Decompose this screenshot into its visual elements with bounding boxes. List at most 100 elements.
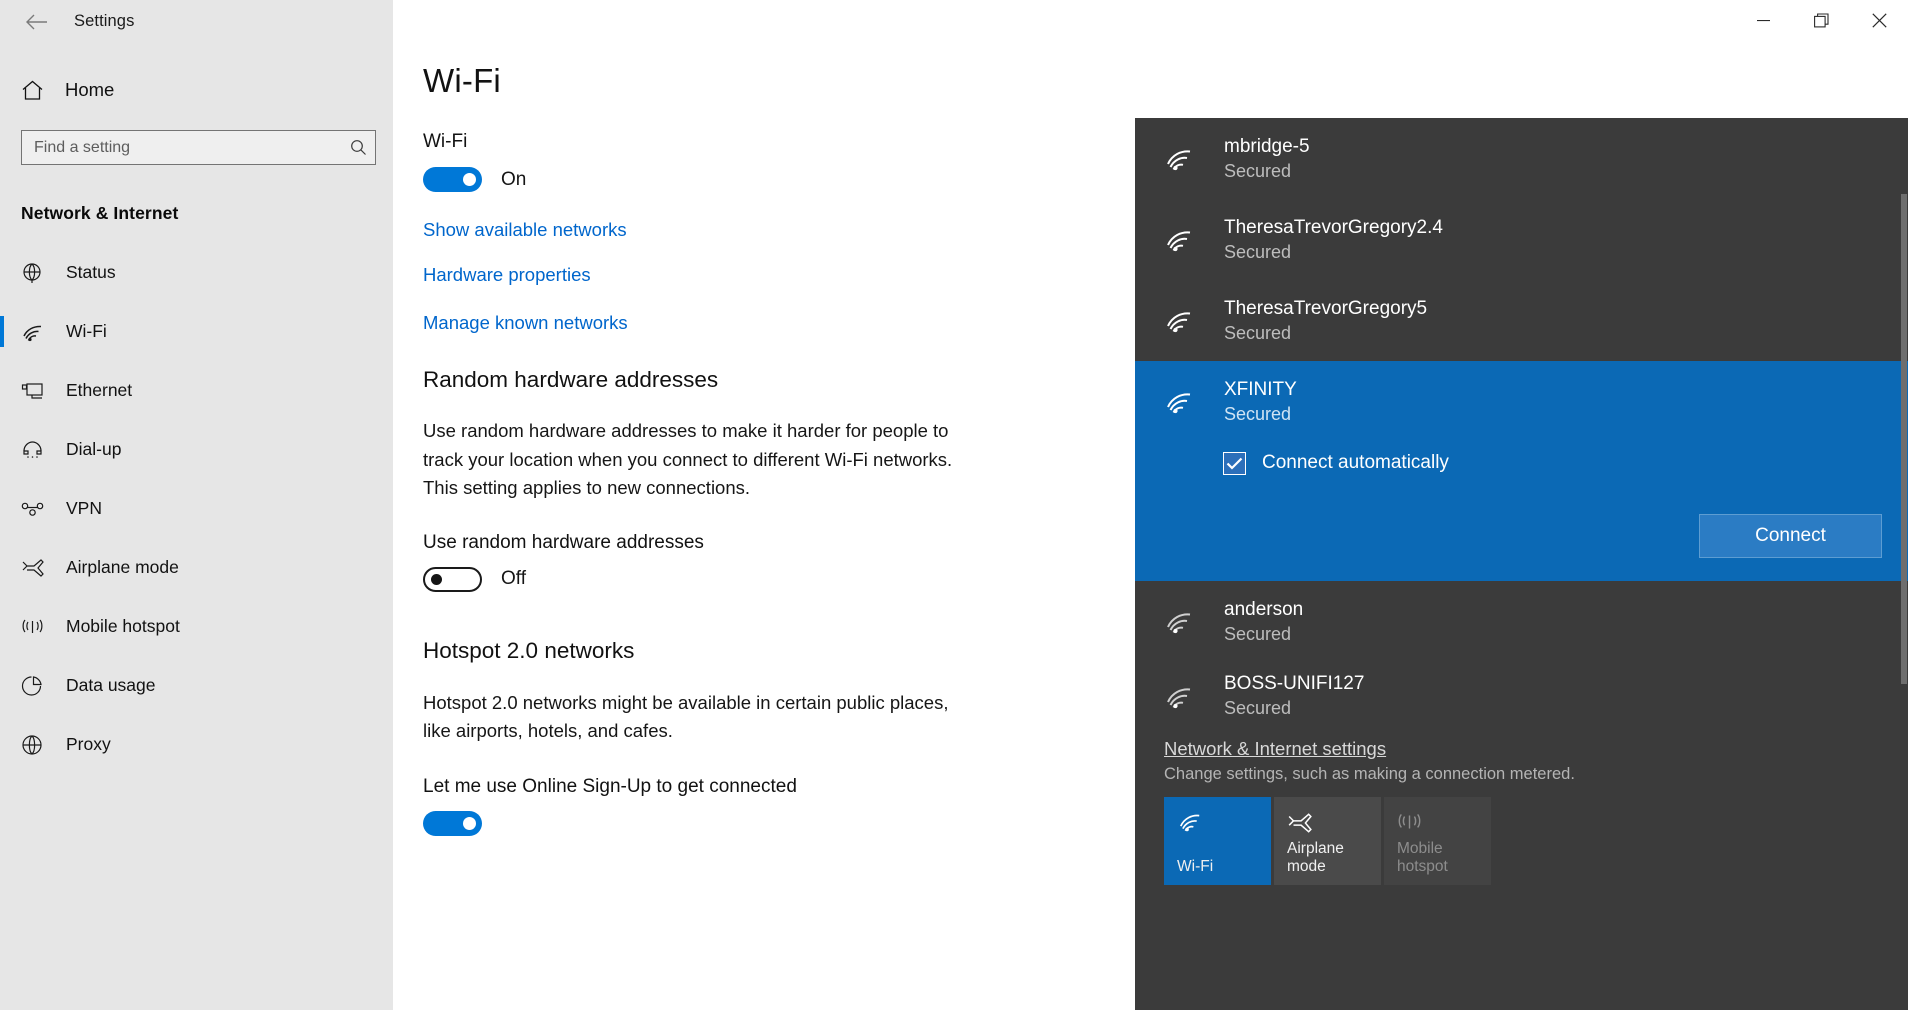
network-security: Secured (1224, 322, 1292, 343)
sidebar-item-vpn[interactable]: VPN (0, 479, 393, 538)
sidebar-item-proxy[interactable]: Proxy (0, 715, 393, 774)
network-item-xfinity-header[interactable]: XFINITY Secured (1135, 361, 1908, 442)
ethernet-icon (21, 381, 55, 401)
wifi-network-list: mbridge-5 Secured TheresaTrevorGregory2.… (1135, 118, 1908, 730)
sidebar-item-wifi-label: Wi-Fi (66, 321, 107, 341)
network-security: Secured (1224, 403, 1292, 424)
network-text: XFINITY Secured (1224, 377, 1297, 427)
random-hardware-addresses-description: Use random hardware addresses to make it… (423, 420, 953, 498)
online-signup-toggle[interactable] (423, 810, 482, 836)
window-controls (1734, 0, 1908, 41)
globe-icon (21, 262, 55, 284)
search-box[interactable] (21, 130, 376, 165)
quick-tile-wifi[interactable]: Wi-Fi (1164, 797, 1271, 885)
sidebar-item-home-label: Home (65, 79, 115, 100)
hotspot-icon (1397, 811, 1491, 841)
network-text: BOSS-UNIFI127 Secured (1224, 671, 1364, 721)
proxy-icon (21, 734, 55, 756)
window-title: Settings (74, 12, 135, 30)
network-name: TheresaTrevorGregory5 (1224, 297, 1428, 319)
wifi-signal-icon (1164, 227, 1208, 252)
network-security: Secured (1224, 160, 1292, 181)
sidebar-item-data-usage[interactable]: Data usage (0, 656, 393, 715)
sidebar-item-wifi[interactable]: Wi-Fi (0, 302, 393, 361)
network-name: anderson (1224, 598, 1304, 620)
sidebar-item-proxy-label: Proxy (66, 734, 111, 754)
network-text: anderson Secured (1224, 597, 1303, 647)
wifi-toggle-state: On (501, 168, 527, 190)
search-icon[interactable] (341, 139, 375, 156)
data-usage-icon (21, 675, 55, 697)
sidebar-item-airplane-mode-label: Airplane mode (66, 557, 179, 577)
flyout-scrollbar[interactable] (1900, 118, 1908, 1010)
quick-tile-mobile-hotspot[interactable]: Mobile hotspot (1384, 797, 1491, 885)
sidebar-nav: Status Wi-Fi Ethernet Dial-up VPN Airpla… (0, 243, 393, 774)
wifi-signal-icon (1164, 389, 1208, 414)
vpn-icon (21, 501, 55, 517)
quick-tile-airplane-mode-label: Airplane mode (1287, 840, 1344, 875)
wifi-signal-icon (1164, 684, 1208, 709)
random-hardware-toggle-state: Off (501, 568, 526, 589)
network-text: TheresaTrevorGregory2.4 Secured (1224, 215, 1443, 265)
sidebar-item-dialup[interactable]: Dial-up (0, 420, 393, 479)
hotspot-networks-description: Hotspot 2.0 networks might be available … (423, 691, 949, 742)
network-item-xfinity-selected[interactable]: XFINITY Secured Connect automatically Co… (1135, 361, 1908, 581)
dialup-icon (21, 440, 55, 460)
airplane-icon (21, 557, 55, 579)
window-titlebar-left: Settings (0, 0, 393, 43)
quick-action-tiles: Wi-Fi Airplane mode Mobile hotspot (1164, 797, 1908, 885)
minimize-button[interactable] (1734, 0, 1792, 41)
connect-button-area: Connect (1135, 484, 1908, 581)
network-item-theresatrevorgregory5[interactable]: TheresaTrevorGregory5 Secured (1135, 280, 1908, 361)
sidebar-item-dialup-label: Dial-up (66, 439, 122, 459)
restore-button[interactable] (1792, 0, 1850, 41)
network-name: BOSS-UNIFI127 (1224, 673, 1365, 694)
sidebar-item-airplane-mode[interactable]: Airplane mode (0, 538, 393, 597)
home-icon (21, 80, 55, 101)
sidebar-item-status-label: Status (66, 262, 116, 282)
flyout-scrollbar-thumb[interactable] (1901, 194, 1907, 684)
network-text: TheresaTrevorGregory5 Secured (1224, 296, 1427, 346)
connect-automatically-checkbox[interactable] (1223, 451, 1246, 475)
sidebar-category-title: Network & Internet (21, 203, 179, 223)
network-item-theresatrevorgregory24[interactable]: TheresaTrevorGregory2.4 Secured (1135, 199, 1908, 280)
network-security: Secured (1224, 241, 1292, 262)
wifi-toggle[interactable] (423, 167, 482, 192)
wifi-icon (21, 322, 55, 342)
wifi-signal-icon (1164, 308, 1208, 333)
back-arrow-icon[interactable] (14, 6, 60, 38)
connect-automatically-label: Connect automatically (1262, 452, 1449, 473)
sidebar-item-mobile-hotspot[interactable]: Mobile hotspot (0, 597, 393, 656)
search-input[interactable] (22, 131, 341, 164)
settings-window: Settings Home Network & Internet (0, 0, 1908, 1010)
close-button[interactable] (1850, 0, 1908, 41)
network-internet-settings-link[interactable]: Network & Internet settings (1164, 738, 1386, 760)
network-text: mbridge-5 Secured (1224, 134, 1310, 184)
network-item-mbridge-5[interactable]: mbridge-5 Secured (1135, 118, 1908, 199)
network-security: Secured (1224, 623, 1292, 644)
sidebar-item-home[interactable]: Home (0, 67, 393, 113)
sidebar: Settings Home Network & Internet (0, 0, 393, 1010)
random-hardware-toggle[interactable] (423, 566, 482, 592)
sidebar-item-ethernet-label: Ethernet (66, 380, 133, 400)
sidebar-item-status[interactable]: Status (0, 243, 393, 302)
network-name: TheresaTrevorGregory2.4 (1224, 216, 1443, 238)
page-title: Wi-Fi (423, 62, 501, 99)
quick-tile-wifi-label: Wi-Fi (1177, 858, 1214, 875)
sidebar-item-mobile-hotspot-label: Mobile hotspot (66, 616, 180, 636)
sidebar-item-vpn-label: VPN (66, 498, 102, 518)
airplane-icon (1287, 811, 1381, 841)
wifi-icon (1177, 811, 1271, 841)
connect-automatically-row[interactable]: Connect automatically (1135, 442, 1908, 484)
search-wrapper (21, 130, 393, 165)
connect-button[interactable]: Connect (1699, 514, 1882, 558)
quick-tile-airplane-mode[interactable]: Airplane mode (1274, 797, 1381, 885)
hotspot-icon (21, 617, 55, 637)
sidebar-item-ethernet[interactable]: Ethernet (0, 361, 393, 420)
network-internet-settings-description: Change settings, such as making a connec… (1164, 765, 1575, 783)
quick-tile-mobile-hotspot-label: Mobile hotspot (1397, 840, 1448, 875)
network-item-anderson[interactable]: anderson Secured (1135, 581, 1908, 662)
network-security: Secured (1224, 698, 1292, 718)
network-item-boss-unifi127[interactable]: BOSS-UNIFI127 Secured (1135, 662, 1908, 730)
wifi-signal-icon (1164, 609, 1208, 634)
